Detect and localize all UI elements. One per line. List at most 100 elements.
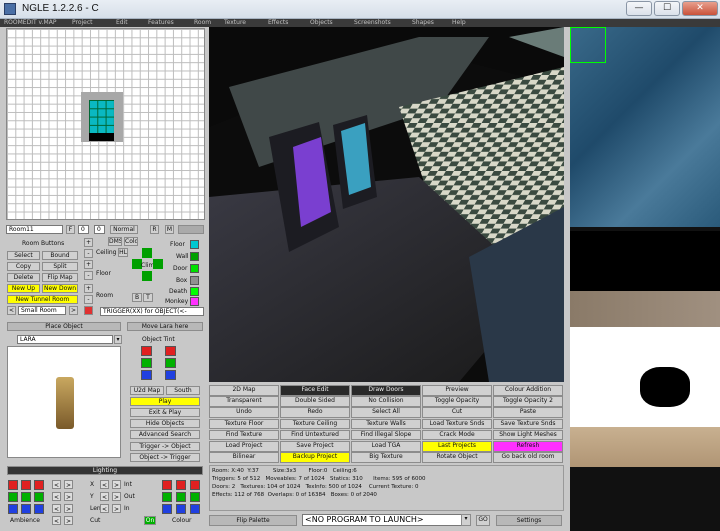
play-button[interactable]: Play bbox=[130, 397, 200, 406]
ambience-blue[interactable] bbox=[8, 504, 18, 514]
int-left-arrow[interactable]: < bbox=[100, 480, 109, 489]
menu-item-effects[interactable]: Effects bbox=[268, 19, 288, 27]
room-color-button[interactable] bbox=[84, 306, 93, 315]
colour-red-2[interactable] bbox=[176, 480, 186, 490]
toolbar-find-untextured-button[interactable]: Find Untextured bbox=[280, 429, 350, 441]
toolbar-undo-button[interactable]: Undo bbox=[209, 407, 279, 418]
menu-item-texture[interactable]: Texture bbox=[224, 19, 246, 27]
flag-death-swatch[interactable] bbox=[190, 287, 199, 296]
colour-red-3[interactable] bbox=[190, 480, 200, 490]
object-select-field[interactable]: LARA bbox=[17, 335, 113, 344]
b-button[interactable]: B bbox=[132, 293, 142, 302]
split-button[interactable]: Split bbox=[42, 262, 78, 271]
in-left-arrow[interactable]: < bbox=[100, 504, 109, 513]
texture-dark[interactable] bbox=[570, 231, 720, 291]
cut-left-arrow[interactable]: < bbox=[52, 516, 61, 525]
menu-item-roomedit[interactable]: ROOMEDIT v.MAP bbox=[4, 19, 56, 27]
toolbar-last-projects-button[interactable]: Last Projects bbox=[422, 441, 492, 452]
ambience-green-2[interactable] bbox=[21, 492, 31, 502]
ambience-green-3[interactable] bbox=[34, 492, 44, 502]
flip-palette-button[interactable]: Flip Palette bbox=[209, 515, 297, 526]
toolbar-draw-doors-button[interactable]: Draw Doors bbox=[351, 385, 421, 396]
len-right-arrow[interactable]: > bbox=[64, 504, 73, 513]
toolbar-bilinear-button[interactable]: Bilinear bbox=[209, 452, 279, 463]
colour-blue-2[interactable] bbox=[176, 504, 186, 514]
delete-button[interactable]: Delete bbox=[7, 273, 40, 282]
toolbar-backup-project-button[interactable]: Backup Project bbox=[280, 452, 350, 463]
ceiling-minus-button[interactable]: - bbox=[84, 249, 93, 258]
settings-button[interactable]: Settings bbox=[496, 515, 562, 526]
toolbar-load-tga-button[interactable]: Load TGA bbox=[351, 441, 421, 452]
ambience-red-3[interactable] bbox=[34, 480, 44, 490]
colour-green-2[interactable] bbox=[176, 492, 186, 502]
t-button[interactable]: T bbox=[143, 293, 153, 302]
small-room-left-arrow[interactable]: < bbox=[7, 306, 16, 315]
toolbar-rotate-object-button[interactable]: Rotate Object bbox=[422, 452, 492, 463]
m-button[interactable]: M bbox=[165, 225, 174, 234]
small-room-right-arrow[interactable]: > bbox=[69, 306, 78, 315]
toolbar-preview-button[interactable]: Preview bbox=[422, 385, 492, 396]
len-left-arrow[interactable]: < bbox=[52, 504, 61, 513]
tint-red-down[interactable] bbox=[165, 346, 176, 356]
bound-button[interactable]: Bound bbox=[42, 251, 78, 260]
toolbar-big-texture-button[interactable]: Big Texture bbox=[351, 452, 421, 463]
3d-viewport[interactable] bbox=[209, 27, 564, 382]
flag-f-button[interactable]: F bbox=[66, 225, 75, 234]
cold-button[interactable]: Cold bbox=[124, 237, 138, 246]
menu-item-features[interactable]: Features bbox=[148, 19, 174, 27]
colour-green-3[interactable] bbox=[190, 492, 200, 502]
program-select[interactable]: <NO PROGRAM TO LAUNCH> bbox=[302, 514, 464, 526]
toolbar-cut-button[interactable]: Cut bbox=[422, 407, 492, 418]
new-down-button[interactable]: New Down bbox=[42, 284, 78, 293]
menu-item-objects[interactable]: Objects bbox=[310, 19, 333, 27]
exit-play-button[interactable]: Exit & Play bbox=[130, 408, 200, 417]
toolbar-texture-walls-button[interactable]: Texture Walls bbox=[351, 418, 421, 430]
menu-item-screenshots[interactable]: Screenshots bbox=[354, 19, 391, 27]
climb-up-arrow[interactable] bbox=[142, 248, 152, 258]
menu-item-room[interactable]: Room bbox=[194, 19, 211, 27]
light-on-button[interactable]: On bbox=[144, 516, 156, 525]
colour-red[interactable] bbox=[162, 480, 172, 490]
climb-down-arrow[interactable] bbox=[142, 271, 152, 281]
hide-objects-button[interactable]: Hide Objects bbox=[130, 419, 200, 428]
toolbar-texture-ceiling-button[interactable]: Texture Ceiling bbox=[280, 418, 350, 430]
toolbar-2d-map-button[interactable]: 2D Map bbox=[209, 385, 279, 396]
hl-button[interactable]: HL bbox=[118, 248, 128, 257]
in-right-arrow[interactable]: > bbox=[112, 504, 121, 513]
new-tunnel-room-button[interactable]: New Tunnel Room bbox=[7, 295, 78, 304]
normal-button[interactable]: Normal bbox=[110, 225, 138, 234]
y-left-arrow[interactable]: < bbox=[52, 492, 61, 501]
toolbar-show-light-meshes-button[interactable]: Show Light Meshes bbox=[493, 429, 563, 441]
out-left-arrow[interactable]: < bbox=[100, 492, 109, 501]
toolbar-select-all-button[interactable]: Select All bbox=[351, 407, 421, 418]
toolbar-double-sided-button[interactable]: Double Sided bbox=[280, 396, 350, 407]
toolbar-colour-addition-button[interactable]: Colour Addition bbox=[493, 385, 563, 396]
ceiling-plus-button[interactable]: + bbox=[84, 238, 93, 247]
minimize-button[interactable]: — bbox=[626, 1, 652, 16]
tint-red-up[interactable] bbox=[141, 346, 152, 356]
object-trigger-button[interactable]: Object -> Trigger bbox=[130, 453, 200, 462]
value-field[interactable]: 0 bbox=[78, 225, 89, 234]
close-button[interactable]: ✕ bbox=[682, 1, 718, 16]
toolbar-no-collision-button[interactable]: No Collision bbox=[351, 396, 421, 407]
toolbar-go-back-old-room-button[interactable]: Go back old room bbox=[493, 452, 563, 463]
toolbar-refresh-button[interactable]: Refresh bbox=[493, 441, 563, 452]
x-left-arrow[interactable]: < bbox=[52, 480, 61, 489]
r-button[interactable]: R bbox=[150, 225, 159, 234]
flip-map-button[interactable]: Flip Map bbox=[42, 273, 78, 282]
climb-right-arrow[interactable] bbox=[153, 259, 163, 269]
menu-item-help[interactable]: Help bbox=[452, 19, 466, 27]
copy-button[interactable]: Copy bbox=[7, 262, 40, 271]
place-object-button[interactable]: Place Object bbox=[7, 322, 121, 331]
ambience-red-2[interactable] bbox=[21, 480, 31, 490]
room-minus-button[interactable]: - bbox=[84, 295, 93, 304]
toolbar-save-project-button[interactable]: Save Project bbox=[280, 441, 350, 452]
room-grid-map[interactable] bbox=[6, 28, 205, 220]
tint-green-down[interactable] bbox=[165, 358, 176, 368]
texture-shape[interactable] bbox=[640, 367, 690, 407]
room-name-field[interactable]: Room11 bbox=[6, 225, 63, 234]
y-right-arrow[interactable]: > bbox=[64, 492, 73, 501]
tint-green-up[interactable] bbox=[141, 358, 152, 368]
tint-blue-down[interactable] bbox=[165, 370, 176, 380]
room-option-box[interactable] bbox=[178, 225, 204, 234]
